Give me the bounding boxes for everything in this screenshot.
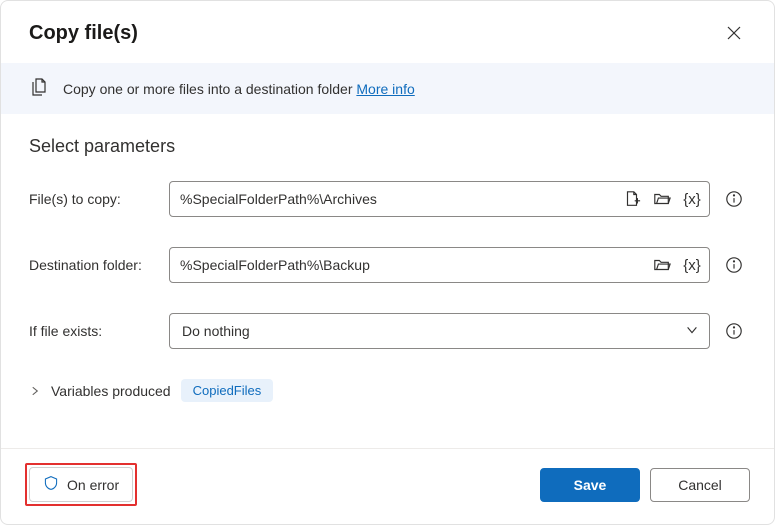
info-if-file-exists[interactable] — [722, 319, 746, 343]
info-banner: Copy one or more files into a destinatio… — [1, 63, 774, 114]
dialog-content: Select parameters File(s) to copy: {x} — [1, 114, 774, 448]
select-folder-icon[interactable] — [651, 188, 673, 210]
input-destination-folder[interactable] — [180, 257, 651, 273]
select-file-icon[interactable] — [621, 188, 643, 210]
save-button[interactable]: Save — [540, 468, 640, 502]
select-if-file-exists[interactable]: Do nothing — [169, 313, 710, 349]
select-if-file-exists-value: Do nothing — [182, 323, 250, 339]
info-files-to-copy[interactable] — [722, 187, 746, 211]
expand-variables-toggle[interactable] — [29, 385, 41, 397]
on-error-button[interactable]: On error — [29, 467, 133, 502]
input-files-to-copy-wrap: {x} — [169, 181, 710, 217]
input-destination-folder-wrap: {x} — [169, 247, 710, 283]
label-if-file-exists: If file exists: — [29, 323, 169, 339]
section-title: Select parameters — [29, 136, 746, 157]
input-files-to-copy[interactable] — [180, 191, 621, 207]
info-banner-text: Copy one or more files into a destinatio… — [63, 81, 415, 97]
dialog-description: Copy one or more files into a destinatio… — [63, 81, 353, 97]
info-destination-folder[interactable] — [722, 253, 746, 277]
label-files-to-copy: File(s) to copy: — [29, 191, 169, 207]
row-if-file-exists: If file exists: Do nothing — [29, 313, 746, 349]
more-info-link[interactable]: More info — [356, 81, 414, 97]
select-folder-icon[interactable] — [651, 254, 673, 276]
chevron-down-icon — [685, 323, 699, 340]
copy-files-icon — [29, 77, 49, 100]
select-variable-icon[interactable]: {x} — [681, 188, 703, 210]
select-variable-icon[interactable]: {x} — [681, 254, 703, 276]
dialog-title: Copy file(s) — [29, 22, 138, 45]
close-button[interactable] — [718, 17, 750, 49]
variable-badge-copiedfiles[interactable]: CopiedFiles — [181, 379, 274, 402]
on-error-label: On error — [67, 477, 119, 493]
row-files-to-copy: File(s) to copy: {x} — [29, 181, 746, 217]
row-destination-folder: Destination folder: {x} — [29, 247, 746, 283]
dialog-header: Copy file(s) — [1, 1, 774, 63]
label-destination-folder: Destination folder: — [29, 257, 169, 273]
dialog-footer: On error Save Cancel — [1, 448, 774, 524]
label-variables-produced: Variables produced — [51, 383, 171, 399]
close-icon — [726, 25, 742, 41]
cancel-button[interactable]: Cancel — [650, 468, 750, 502]
on-error-highlight: On error — [25, 463, 137, 506]
row-variables-produced: Variables produced CopiedFiles — [29, 379, 746, 402]
footer-actions: Save Cancel — [540, 468, 750, 502]
shield-icon — [43, 475, 59, 494]
